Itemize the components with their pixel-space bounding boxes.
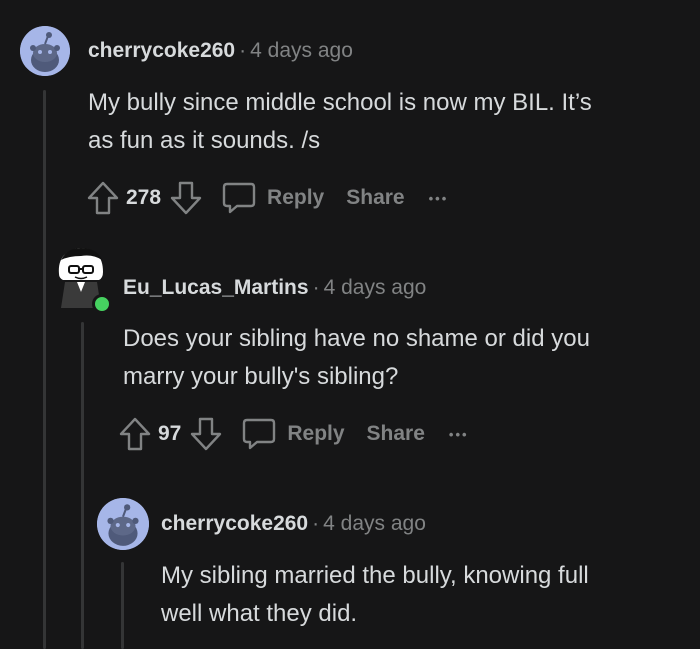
username[interactable]: Eu_Lucas_Martins (123, 276, 309, 299)
comment-line: Does your sibling have no shame or did y… (123, 325, 590, 352)
comment-icon[interactable] (221, 181, 257, 215)
timestamp[interactable]: 4 days ago (323, 512, 426, 535)
separator: · (239, 39, 247, 62)
snoo-avatar-icon (97, 498, 149, 550)
avatar[interactable] (20, 26, 70, 76)
comment-line: well what they did. (161, 600, 358, 627)
comment-line: as fun as it sounds. /s (88, 127, 321, 154)
thread-line-level-1[interactable] (43, 90, 46, 649)
vote-count: 97 (158, 422, 182, 445)
comment-body: Does your sibling have no shame or did y… (123, 320, 693, 396)
more-icon[interactable]: ••• (449, 427, 469, 442)
username[interactable]: cherrycoke260 (161, 512, 308, 535)
downvote-icon[interactable] (189, 416, 223, 452)
comment-actions: 97 Reply Share ••• (118, 416, 469, 452)
snoo-avatar-icon (20, 26, 70, 76)
share-button[interactable]: Share (346, 186, 404, 210)
comment-meta: Eu_Lucas_Martins · 4 days ago (123, 276, 426, 300)
comment-body: My sibling married the bully, knowing fu… (161, 557, 700, 633)
comment-meta: cherrycoke260 · 4 days ago (88, 39, 353, 63)
comment-line: My sibling married the bully, knowing fu… (161, 562, 589, 589)
comment-line: marry your bully's sibling? (123, 363, 399, 390)
thread-line-level-3[interactable] (121, 562, 124, 649)
upvote-icon[interactable] (86, 180, 120, 216)
reply-button[interactable]: Reply (287, 422, 344, 446)
comment-body: My bully since middle school is now my B… (88, 84, 658, 160)
separator: · (312, 276, 320, 299)
reply-button[interactable]: Reply (267, 186, 324, 210)
comment-line: My bully since middle school is now my B… (88, 89, 592, 116)
comment-meta: cherrycoke260 · 4 days ago (161, 512, 426, 536)
upvote-icon[interactable] (118, 416, 152, 452)
downvote-icon[interactable] (169, 180, 203, 216)
more-icon[interactable]: ••• (429, 191, 449, 206)
comment-icon[interactable] (241, 417, 277, 451)
timestamp[interactable]: 4 days ago (250, 39, 353, 62)
vote-count: 278 (126, 186, 162, 209)
share-button[interactable]: Share (367, 422, 425, 446)
comment-actions: 278 Reply Share ••• (86, 180, 448, 216)
thread-line-level-2[interactable] (81, 322, 84, 649)
avatar[interactable] (97, 498, 149, 550)
separator: · (312, 512, 320, 535)
username[interactable]: cherrycoke260 (88, 39, 235, 62)
online-status-dot (92, 294, 112, 314)
timestamp[interactable]: 4 days ago (324, 276, 427, 299)
